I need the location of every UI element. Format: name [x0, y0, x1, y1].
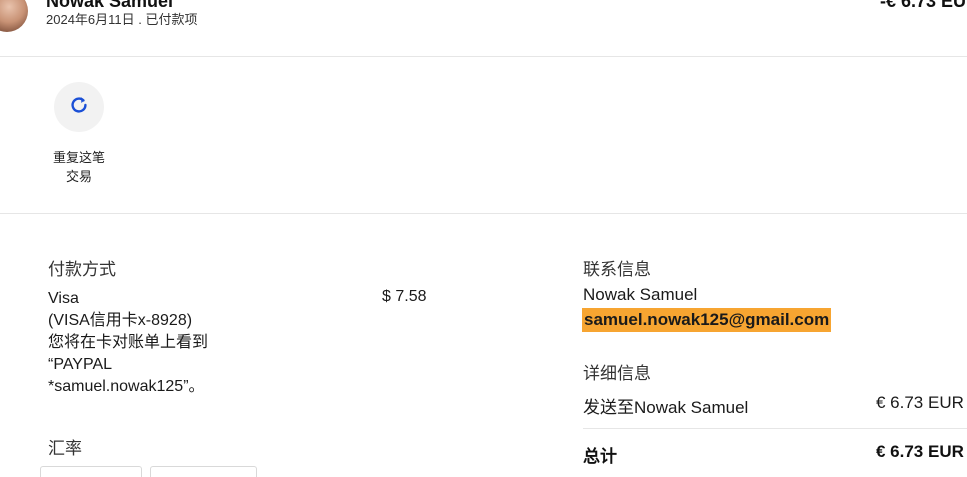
divider — [0, 213, 967, 214]
repeat-transaction-button[interactable] — [54, 82, 104, 132]
payment-method-details: Visa (VISA信用卡x-8928) 您将在卡对账单上看到 “PAYPAL … — [48, 288, 278, 398]
transaction-amount: -€ 6.73 EUR — [880, 0, 967, 11]
repeat-label-line2: 交易 — [65, 169, 92, 184]
total-label: 总计 — [583, 447, 617, 466]
payment-line: “PAYPAL — [48, 356, 113, 373]
details-title: 详细信息 — [583, 364, 651, 383]
contact-email-link[interactable]: samuel.nowak125@gmail.com — [582, 308, 832, 332]
repeat-transaction-label[interactable]: 重复这笔 交易 — [40, 148, 118, 186]
payment-line: (VISA信用卡x-8928) — [48, 312, 193, 329]
exchange-rate-box — [40, 466, 142, 477]
payment-line: 您将在卡对账单上看到 — [48, 334, 209, 351]
contact-info-title: 联系信息 — [583, 260, 651, 279]
repeat-label-line1: 重复这笔 — [52, 150, 105, 165]
payment-amount: $ 7.58 — [382, 288, 427, 305]
transaction-date-status: 2024年6月11日 . 已付款项 — [46, 12, 198, 27]
divider — [583, 428, 967, 429]
payment-line: Visa — [48, 290, 79, 307]
exchange-rate-title: 汇率 — [48, 439, 82, 458]
payment-method-title: 付款方式 — [48, 260, 116, 279]
contact-name: Nowak Samuel — [583, 285, 698, 304]
refresh-icon — [68, 94, 90, 121]
detail-row-label: 发送至Nowak Samuel — [583, 398, 749, 417]
exchange-rate-box — [150, 466, 257, 477]
divider — [0, 56, 967, 57]
avatar — [0, 0, 28, 32]
total-amount: € 6.73 EUR — [876, 442, 964, 461]
detail-row-amount: € 6.73 EUR — [876, 393, 964, 412]
payment-line: *samuel.nowak125”。 — [48, 378, 205, 395]
